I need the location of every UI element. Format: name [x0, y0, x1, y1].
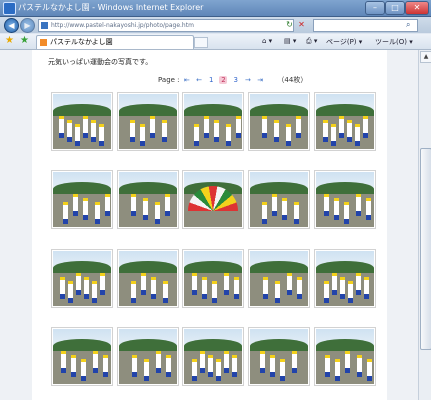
pager: Page : ⇤ ← 1 2 3 → ⇥ （44枚）	[158, 75, 307, 85]
photo-image	[119, 329, 177, 384]
photo-image	[184, 172, 242, 227]
window-title: パステルなかよし園 - Windows Internet Explorer	[18, 3, 204, 12]
photo-image	[184, 329, 242, 384]
photo-thumbnail[interactable]	[314, 92, 376, 151]
photo-thumbnail[interactable]	[117, 92, 179, 151]
photo-image	[119, 94, 177, 149]
photo-image	[184, 94, 242, 149]
scroll-up-icon[interactable]: ▲	[420, 51, 431, 63]
photo-image	[250, 251, 308, 306]
pager-prev[interactable]: ←	[195, 76, 203, 84]
photo-image	[119, 251, 177, 306]
photo-thumbnail[interactable]	[248, 170, 310, 229]
favorites-bar: ★ ★ パステルなかよし園 ⌂ ▾ ▤ ▾ ⎙ ▾ ページ(P) ▾ ツール(O…	[0, 34, 431, 50]
print-icon[interactable]: ⎙ ▾	[306, 37, 317, 46]
pager-page-3[interactable]: 3	[232, 76, 240, 84]
minimize-button[interactable]: –	[365, 1, 385, 15]
photo-thumbnail[interactable]	[182, 92, 244, 151]
photo-thumbnail[interactable]	[51, 327, 113, 386]
tools-menu[interactable]: ツール(O) ▾	[375, 37, 413, 47]
add-favorites-icon[interactable]: ★	[20, 35, 29, 46]
maximize-button[interactable]: □	[385, 1, 405, 15]
title-bar: パステルなかよし園 - Windows Internet Explorer – …	[0, 0, 431, 17]
page-body: 元気いっぱい運動会の写真です。 Page : ⇤ ← 1 2 3 → ⇥ （44…	[32, 50, 387, 400]
tab-label: パステルなかよし園	[50, 38, 113, 46]
ie-icon	[3, 2, 16, 15]
pager-label: Page :	[158, 76, 180, 84]
photo-thumbnail[interactable]	[182, 327, 244, 386]
photo-thumbnail[interactable]	[51, 170, 113, 229]
feed-icon[interactable]: ▤ ▾	[284, 37, 296, 45]
photo-image	[119, 172, 177, 227]
photo-thumbnail[interactable]	[117, 327, 179, 386]
stop-icon[interactable]: ✕	[297, 20, 306, 29]
page-caption: 元気いっぱい運動会の写真です。	[48, 58, 153, 66]
pager-page-2[interactable]: 2	[219, 76, 228, 84]
pager-next[interactable]: →	[244, 76, 252, 84]
site-icon	[40, 39, 47, 46]
refresh-icon[interactable]: ↻	[285, 20, 294, 29]
photo-thumbnail[interactable]	[314, 170, 376, 229]
address-bar: ◀ ▶ http://www.pastel-nakayoshi.jp/photo…	[0, 17, 431, 33]
forward-button[interactable]: ▶	[20, 18, 35, 33]
photo-image	[316, 172, 374, 227]
photo-image	[184, 251, 242, 306]
photo-thumbnail[interactable]	[117, 170, 179, 229]
photo-thumbnail[interactable]	[314, 249, 376, 308]
search-icon[interactable]: ⌕	[406, 20, 410, 30]
photo-image	[53, 94, 111, 149]
search-input[interactable]	[313, 19, 418, 32]
photo-thumbnail[interactable]	[51, 92, 113, 151]
close-button[interactable]: ✕	[405, 1, 429, 15]
photo-thumbnail[interactable]	[51, 249, 113, 308]
photo-thumbnail[interactable]	[248, 327, 310, 386]
photo-image	[53, 251, 111, 306]
photo-thumbnail[interactable]	[182, 170, 244, 229]
photo-image	[53, 172, 111, 227]
new-tab-button[interactable]	[194, 37, 208, 48]
photo-image	[316, 329, 374, 384]
photo-thumbnail[interactable]	[248, 249, 310, 308]
back-button[interactable]: ◀	[4, 18, 19, 33]
photo-image	[53, 329, 111, 384]
photo-image	[250, 94, 308, 149]
photo-image	[250, 172, 308, 227]
home-icon[interactable]: ⌂ ▾	[262, 37, 272, 45]
vertical-scrollbar[interactable]: ▲	[418, 50, 431, 400]
page-icon	[41, 22, 48, 29]
content-area: 元気いっぱい運動会の写真です。 Page : ⇤ ← 1 2 3 → ⇥ （44…	[0, 50, 418, 400]
photo-thumbnail[interactable]	[248, 92, 310, 151]
photo-thumbnail[interactable]	[117, 249, 179, 308]
scroll-thumb[interactable]	[420, 148, 431, 350]
photo-thumbnail[interactable]	[182, 249, 244, 308]
pager-last[interactable]: ⇥	[256, 76, 264, 84]
browser-tab[interactable]: パステルなかよし園	[36, 35, 194, 49]
photo-thumbnail[interactable]	[314, 327, 376, 386]
pager-page-1[interactable]: 1	[207, 76, 215, 84]
photo-image	[316, 251, 374, 306]
address-field[interactable]: http://www.pastel-nakayoshi.jp/photo/pag…	[38, 19, 294, 32]
favorites-star-icon[interactable]: ★	[5, 35, 14, 46]
photo-image	[250, 329, 308, 384]
photo-count: （44枚）	[277, 76, 308, 84]
page-menu[interactable]: ページ(P) ▾	[326, 37, 362, 47]
photo-image	[316, 94, 374, 149]
address-text: http://www.pastel-nakayoshi.jp/photo/pag…	[51, 22, 194, 29]
pager-first[interactable]: ⇤	[183, 76, 191, 84]
